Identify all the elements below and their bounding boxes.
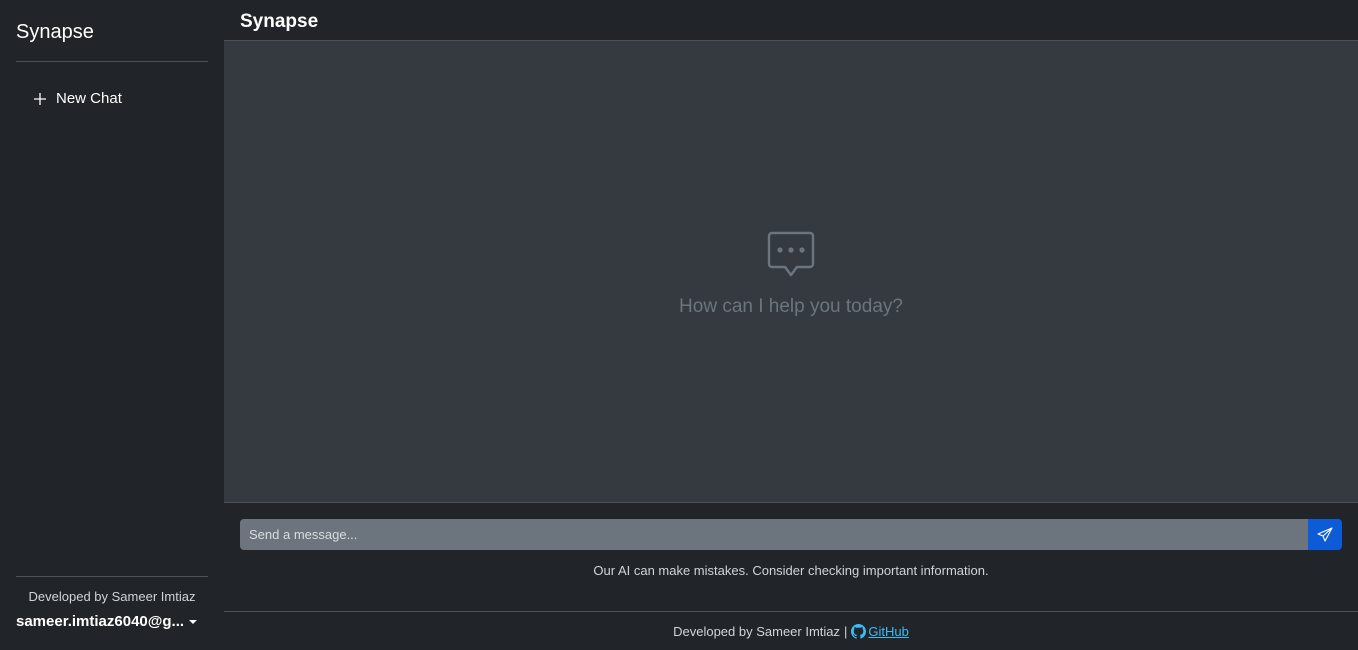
footer-separator: | (844, 624, 848, 639)
github-icon (851, 624, 867, 639)
empty-state-message: How can I help you today? (679, 295, 903, 317)
sidebar-developer-credit: Developed by Sameer Imtiaz (28, 589, 196, 604)
composer: Our AI can make mistakes. Consider check… (224, 503, 1358, 611)
github-link[interactable]: GitHub (851, 624, 909, 639)
sidebar-footer: Developed by Sameer Imtiaz sameer.imtiaz… (16, 576, 208, 650)
disclaimer-text: Our AI can make mistakes. Consider check… (593, 563, 989, 578)
account-email: sameer.imtiaz6040@g... (16, 613, 185, 630)
caret-down-icon (189, 619, 198, 624)
footer-developer-credit: Developed by Sameer Imtiaz (673, 624, 841, 639)
send-button[interactable] (1308, 519, 1342, 550)
new-chat-button[interactable]: New Chat (32, 90, 208, 107)
account-dropdown[interactable]: sameer.imtiaz6040@g... (16, 613, 208, 630)
github-link-label: GitHub (868, 624, 909, 639)
app-root: Synapse New Chat Developed by Sameer Imt… (0, 0, 1358, 650)
message-input[interactable] (240, 519, 1308, 550)
page-title: Synapse (224, 0, 1358, 41)
chat-dots-icon (767, 231, 815, 276)
message-input-group (240, 519, 1342, 550)
plus-icon (34, 92, 46, 105)
main-panel: Synapse How can I help you today? Our AI… (224, 0, 1358, 650)
sidebar: Synapse New Chat Developed by Sameer Imt… (0, 0, 224, 650)
chat-area: How can I help you today? (224, 41, 1358, 503)
send-icon (1317, 526, 1333, 542)
page-footer: Developed by Sameer Imtiaz | GitHub (224, 611, 1358, 649)
sidebar-title: Synapse (16, 0, 208, 62)
new-chat-label: New Chat (56, 90, 122, 107)
